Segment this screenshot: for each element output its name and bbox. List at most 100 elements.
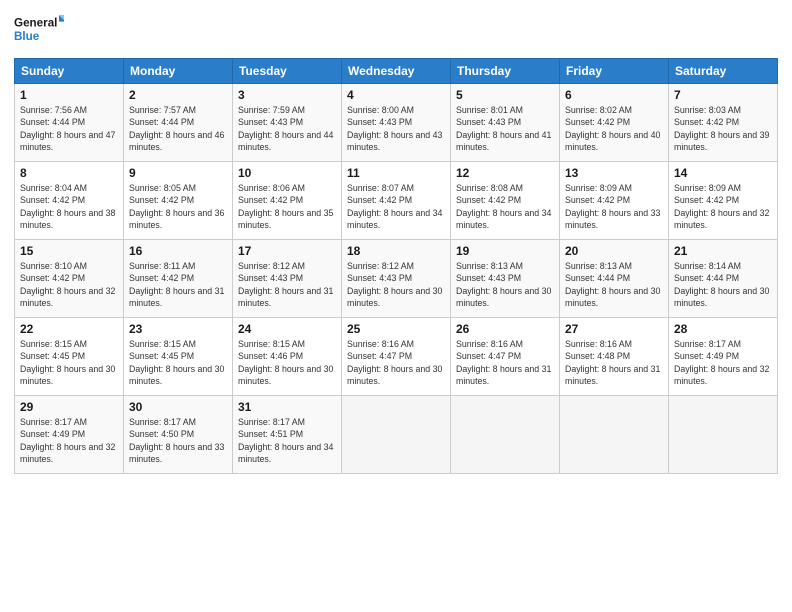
calendar-day-cell: 7 Sunrise: 8:03 AMSunset: 4:42 PMDayligh… [669,84,778,162]
day-info: Sunrise: 8:13 AMSunset: 4:43 PMDaylight:… [456,261,551,308]
calendar-day-cell: 2 Sunrise: 7:57 AMSunset: 4:44 PMDayligh… [124,84,233,162]
day-number: 25 [347,322,445,336]
calendar-day-cell: 4 Sunrise: 8:00 AMSunset: 4:43 PMDayligh… [342,84,451,162]
calendar-day-cell: 28 Sunrise: 8:17 AMSunset: 4:49 PMDaylig… [669,318,778,396]
day-info: Sunrise: 8:12 AMSunset: 4:43 PMDaylight:… [347,261,442,308]
day-info: Sunrise: 8:14 AMSunset: 4:44 PMDaylight:… [674,261,769,308]
day-info: Sunrise: 8:00 AMSunset: 4:43 PMDaylight:… [347,105,442,152]
weekday-header-row: SundayMondayTuesdayWednesdayThursdayFrid… [15,59,778,84]
day-number: 23 [129,322,227,336]
day-info: Sunrise: 8:16 AMSunset: 4:47 PMDaylight:… [456,339,551,386]
calendar-week-row: 1 Sunrise: 7:56 AMSunset: 4:44 PMDayligh… [15,84,778,162]
calendar-day-cell: 23 Sunrise: 8:15 AMSunset: 4:45 PMDaylig… [124,318,233,396]
calendar-day-cell: 22 Sunrise: 8:15 AMSunset: 4:45 PMDaylig… [15,318,124,396]
calendar-day-cell: 17 Sunrise: 8:12 AMSunset: 4:43 PMDaylig… [233,240,342,318]
weekday-header-cell: Sunday [15,59,124,84]
calendar-day-cell: 15 Sunrise: 8:10 AMSunset: 4:42 PMDaylig… [15,240,124,318]
day-number: 3 [238,88,336,102]
day-info: Sunrise: 8:06 AMSunset: 4:42 PMDaylight:… [238,183,333,230]
svg-text:Blue: Blue [14,30,40,43]
day-number: 24 [238,322,336,336]
calendar-week-row: 29 Sunrise: 8:17 AMSunset: 4:49 PMDaylig… [15,396,778,474]
weekday-header-cell: Monday [124,59,233,84]
calendar-day-cell: 8 Sunrise: 8:04 AMSunset: 4:42 PMDayligh… [15,162,124,240]
day-info: Sunrise: 8:09 AMSunset: 4:42 PMDaylight:… [674,183,769,230]
day-info: Sunrise: 8:15 AMSunset: 4:45 PMDaylight:… [20,339,115,386]
day-number: 26 [456,322,554,336]
day-info: Sunrise: 8:10 AMSunset: 4:42 PMDaylight:… [20,261,115,308]
day-info: Sunrise: 8:16 AMSunset: 4:47 PMDaylight:… [347,339,442,386]
day-info: Sunrise: 8:15 AMSunset: 4:45 PMDaylight:… [129,339,224,386]
calendar-day-cell: 11 Sunrise: 8:07 AMSunset: 4:42 PMDaylig… [342,162,451,240]
calendar-day-cell [560,396,669,474]
calendar-week-row: 22 Sunrise: 8:15 AMSunset: 4:45 PMDaylig… [15,318,778,396]
day-info: Sunrise: 8:11 AMSunset: 4:42 PMDaylight:… [129,261,224,308]
calendar-day-cell: 27 Sunrise: 8:16 AMSunset: 4:48 PMDaylig… [560,318,669,396]
day-number: 9 [129,166,227,180]
calendar-day-cell: 12 Sunrise: 8:08 AMSunset: 4:42 PMDaylig… [451,162,560,240]
day-number: 16 [129,244,227,258]
day-info: Sunrise: 8:15 AMSunset: 4:46 PMDaylight:… [238,339,333,386]
day-number: 21 [674,244,772,258]
calendar-week-row: 15 Sunrise: 8:10 AMSunset: 4:42 PMDaylig… [15,240,778,318]
calendar-day-cell [669,396,778,474]
calendar-day-cell: 24 Sunrise: 8:15 AMSunset: 4:46 PMDaylig… [233,318,342,396]
day-number: 15 [20,244,118,258]
day-number: 5 [456,88,554,102]
calendar-day-cell [451,396,560,474]
day-number: 18 [347,244,445,258]
calendar-day-cell: 31 Sunrise: 8:17 AMSunset: 4:51 PMDaylig… [233,396,342,474]
day-number: 7 [674,88,772,102]
day-info: Sunrise: 8:02 AMSunset: 4:42 PMDaylight:… [565,105,660,152]
day-number: 11 [347,166,445,180]
svg-text:General: General [14,17,57,30]
calendar-table: SundayMondayTuesdayWednesdayThursdayFrid… [14,58,778,474]
calendar-day-cell: 29 Sunrise: 8:17 AMSunset: 4:49 PMDaylig… [15,396,124,474]
day-number: 13 [565,166,663,180]
day-info: Sunrise: 8:17 AMSunset: 4:49 PMDaylight:… [20,417,115,464]
day-number: 8 [20,166,118,180]
page-header: General Blue [14,10,778,50]
day-number: 1 [20,88,118,102]
day-info: Sunrise: 8:16 AMSunset: 4:48 PMDaylight:… [565,339,660,386]
calendar-day-cell: 6 Sunrise: 8:02 AMSunset: 4:42 PMDayligh… [560,84,669,162]
day-info: Sunrise: 8:17 AMSunset: 4:49 PMDaylight:… [674,339,769,386]
calendar-day-cell: 19 Sunrise: 8:13 AMSunset: 4:43 PMDaylig… [451,240,560,318]
day-info: Sunrise: 8:04 AMSunset: 4:42 PMDaylight:… [20,183,115,230]
day-number: 20 [565,244,663,258]
calendar-day-cell: 14 Sunrise: 8:09 AMSunset: 4:42 PMDaylig… [669,162,778,240]
day-info: Sunrise: 8:13 AMSunset: 4:44 PMDaylight:… [565,261,660,308]
day-info: Sunrise: 8:17 AMSunset: 4:50 PMDaylight:… [129,417,224,464]
day-info: Sunrise: 8:03 AMSunset: 4:42 PMDaylight:… [674,105,769,152]
weekday-header-cell: Wednesday [342,59,451,84]
weekday-header-cell: Thursday [451,59,560,84]
day-info: Sunrise: 8:12 AMSunset: 4:43 PMDaylight:… [238,261,333,308]
day-info: Sunrise: 8:05 AMSunset: 4:42 PMDaylight:… [129,183,224,230]
weekday-header-cell: Saturday [669,59,778,84]
day-number: 28 [674,322,772,336]
calendar-day-cell: 1 Sunrise: 7:56 AMSunset: 4:44 PMDayligh… [15,84,124,162]
day-info: Sunrise: 8:09 AMSunset: 4:42 PMDaylight:… [565,183,660,230]
day-info: Sunrise: 8:01 AMSunset: 4:43 PMDaylight:… [456,105,551,152]
calendar-day-cell: 20 Sunrise: 8:13 AMSunset: 4:44 PMDaylig… [560,240,669,318]
calendar-day-cell: 21 Sunrise: 8:14 AMSunset: 4:44 PMDaylig… [669,240,778,318]
day-info: Sunrise: 7:59 AMSunset: 4:43 PMDaylight:… [238,105,333,152]
calendar-day-cell: 26 Sunrise: 8:16 AMSunset: 4:47 PMDaylig… [451,318,560,396]
day-number: 30 [129,400,227,414]
day-info: Sunrise: 8:17 AMSunset: 4:51 PMDaylight:… [238,417,333,464]
day-number: 6 [565,88,663,102]
calendar-day-cell [342,396,451,474]
day-info: Sunrise: 7:57 AMSunset: 4:44 PMDaylight:… [129,105,224,152]
day-number: 14 [674,166,772,180]
day-info: Sunrise: 8:08 AMSunset: 4:42 PMDaylight:… [456,183,551,230]
calendar-body: 1 Sunrise: 7:56 AMSunset: 4:44 PMDayligh… [15,84,778,474]
day-number: 31 [238,400,336,414]
calendar-day-cell: 18 Sunrise: 8:12 AMSunset: 4:43 PMDaylig… [342,240,451,318]
day-number: 17 [238,244,336,258]
calendar-day-cell: 16 Sunrise: 8:11 AMSunset: 4:42 PMDaylig… [124,240,233,318]
weekday-header-cell: Friday [560,59,669,84]
day-info: Sunrise: 8:07 AMSunset: 4:42 PMDaylight:… [347,183,442,230]
day-number: 27 [565,322,663,336]
calendar-day-cell: 10 Sunrise: 8:06 AMSunset: 4:42 PMDaylig… [233,162,342,240]
day-number: 10 [238,166,336,180]
